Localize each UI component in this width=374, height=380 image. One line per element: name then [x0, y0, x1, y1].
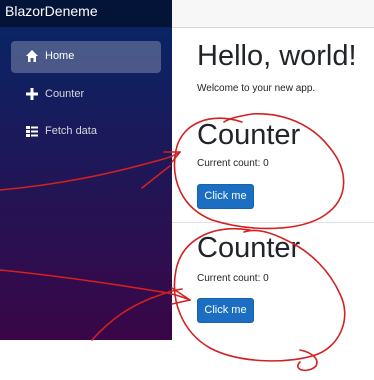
- sidebar-item-label: Fetch data: [45, 125, 97, 137]
- sidebar-item-fetch-data[interactable]: Fetch data: [11, 116, 161, 148]
- list-icon: [26, 126, 38, 137]
- sidebar-item-counter[interactable]: Counter: [11, 79, 161, 111]
- brand-bar: BlazorDeneme: [0, 0, 172, 27]
- annotation-tail-bottom: [297, 349, 318, 372]
- page-title: Hello, world!: [197, 40, 357, 72]
- current-count-text: Current count: 0: [197, 273, 269, 284]
- plus-icon: [26, 88, 38, 100]
- sidebar-item-home[interactable]: Home: [11, 41, 161, 73]
- click-me-button[interactable]: Click me: [197, 298, 254, 323]
- home-icon: [26, 50, 38, 62]
- sidebar-item-label: Home: [45, 50, 75, 62]
- welcome-text: Welcome to your new app.: [197, 83, 316, 94]
- counter-title: Counter: [197, 232, 301, 264]
- sidebar-item-label: Counter: [45, 88, 85, 100]
- counter-title: Counter: [197, 119, 301, 151]
- section-divider: [172, 222, 374, 223]
- top-row: [172, 0, 374, 28]
- current-count-text: Current count: 0: [197, 158, 269, 169]
- annotation-arrowhead-2: [171, 287, 191, 305]
- click-me-button[interactable]: Click me: [197, 184, 254, 209]
- sidebar: BlazorDeneme Home Counter Fetch data: [0, 0, 172, 340]
- brand-link[interactable]: BlazorDeneme: [5, 3, 98, 19]
